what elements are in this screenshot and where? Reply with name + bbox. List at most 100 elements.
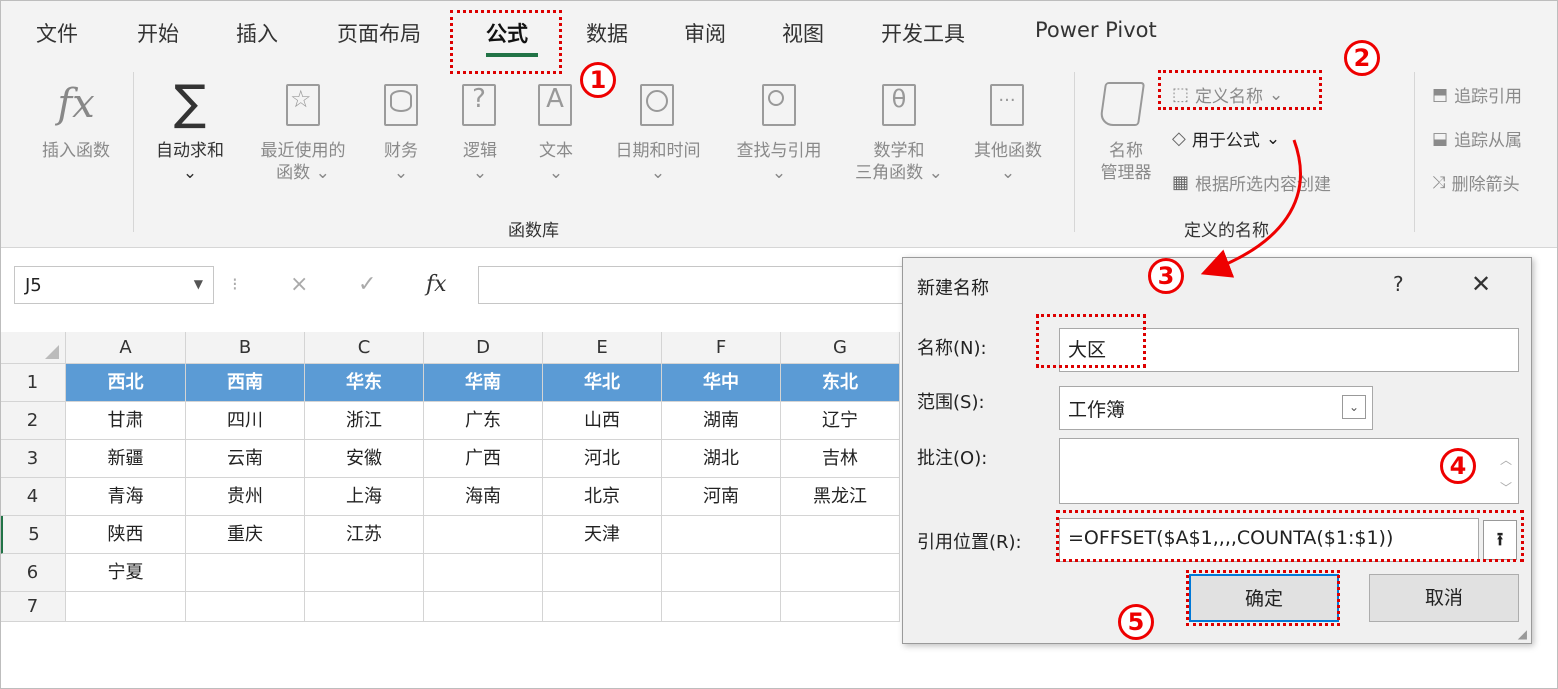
insert-function-button[interactable]: fx 插入函数 [28, 80, 124, 162]
table-cell[interactable]: 河北 [543, 440, 662, 478]
column-header-A[interactable]: A [66, 332, 186, 364]
select-all-corner[interactable] [0, 332, 66, 364]
row-header-5[interactable]: 5 [0, 516, 66, 554]
table-cell[interactable]: 辽宁 [781, 402, 900, 440]
column-header-E[interactable]: E [543, 332, 662, 364]
scroll-up-icon[interactable]: ︿ [1500, 451, 1512, 468]
column-header-D[interactable]: D [424, 332, 543, 364]
table-cell[interactable]: 浙江 [305, 402, 424, 440]
tab-power-pivot[interactable]: Power Pivot [1035, 18, 1157, 42]
table-cell[interactable]: 天津 [543, 516, 662, 554]
more-functions-button[interactable]: ··· 其他函数 ⌄ [958, 80, 1058, 184]
table-cell-empty[interactable] [186, 592, 305, 622]
logical-button[interactable]: ? 逻辑 ⌄ [448, 80, 512, 184]
tab-file[interactable]: 文件 [36, 18, 78, 48]
enter-check-icon[interactable]: ✓ [358, 272, 376, 297]
cancel-icon[interactable]: × [290, 272, 308, 297]
tab-home[interactable]: 开始 [137, 18, 179, 48]
table-cell-empty[interactable] [662, 592, 781, 622]
table-cell[interactable] [662, 554, 781, 592]
table-cell[interactable]: 贵州 [186, 478, 305, 516]
header-cell[interactable]: 西南 [186, 364, 305, 402]
table-cell[interactable] [305, 554, 424, 592]
create-from-selection-button[interactable]: ▦ 根据所选内容创建 [1172, 170, 1331, 195]
table-cell[interactable] [781, 516, 900, 554]
text-button[interactable]: A 文本 ⌄ [524, 80, 588, 184]
header-cell[interactable]: 华北 [543, 364, 662, 402]
scope-select[interactable]: 工作簿 ⌄ [1059, 386, 1373, 430]
caret-down-icon[interactable]: ▼ [194, 277, 203, 291]
table-cell[interactable]: 江苏 [305, 516, 424, 554]
recently-used-button[interactable]: ☆ 最近使用的 函数 ⌄ [244, 80, 362, 184]
tab-insert[interactable]: 插入 [236, 18, 278, 48]
table-cell[interactable] [186, 554, 305, 592]
table-cell[interactable] [662, 516, 781, 554]
table-cell[interactable] [781, 554, 900, 592]
formula-input[interactable] [478, 266, 918, 304]
table-cell-empty[interactable] [66, 592, 186, 622]
column-header-C[interactable]: C [305, 332, 424, 364]
table-cell[interactable]: 广东 [424, 402, 543, 440]
header-cell[interactable]: 华东 [305, 364, 424, 402]
table-cell[interactable]: 重庆 [186, 516, 305, 554]
autosum-button[interactable]: ∑ 自动求和 ⌄ [142, 76, 238, 184]
resize-grip-icon[interactable]: ◢ [1518, 627, 1527, 641]
insert-function-fx-icon[interactable]: fx [426, 272, 447, 297]
help-icon[interactable]: ? [1393, 272, 1404, 296]
table-cell[interactable]: 黑龙江 [781, 478, 900, 516]
table-cell-empty[interactable] [781, 592, 900, 622]
table-cell[interactable] [543, 554, 662, 592]
row-header-2[interactable]: 2 [0, 402, 66, 440]
table-cell[interactable]: 甘肃 [66, 402, 186, 440]
table-cell[interactable]: 上海 [305, 478, 424, 516]
header-cell[interactable]: 华南 [424, 364, 543, 402]
table-cell[interactable]: 北京 [543, 478, 662, 516]
column-header-G[interactable]: G [781, 332, 900, 364]
table-cell[interactable]: 河南 [662, 478, 781, 516]
row-header-3[interactable]: 3 [0, 440, 66, 478]
trace-dependents-button[interactable]: ⬓ 追踪从属 [1432, 126, 1522, 152]
date-time-button[interactable]: 日期和时间 ⌄ [598, 80, 718, 184]
lookup-reference-button[interactable]: 查找与引用 ⌄ [720, 80, 838, 184]
header-cell[interactable]: 西北 [66, 364, 186, 402]
table-cell[interactable]: 吉林 [781, 440, 900, 478]
close-icon[interactable]: ✕ [1471, 270, 1491, 298]
table-cell[interactable] [424, 516, 543, 554]
table-cell[interactable]: 湖北 [662, 440, 781, 478]
column-header-B[interactable]: B [186, 332, 305, 364]
scroll-down-icon[interactable]: ﹀ [1500, 479, 1512, 496]
table-cell[interactable] [424, 554, 543, 592]
remove-arrows-button[interactable]: ⤨ 删除箭头 [1432, 170, 1520, 196]
table-cell[interactable]: 云南 [186, 440, 305, 478]
table-cell[interactable]: 青海 [66, 478, 186, 516]
row-header-6[interactable]: 6 [0, 554, 66, 592]
math-trig-button[interactable]: θ 数学和 三角函数 ⌄ [840, 80, 958, 184]
tab-review[interactable]: 审阅 [684, 18, 726, 48]
row-header-4[interactable]: 4 [0, 478, 66, 516]
table-cell[interactable]: 湖南 [662, 402, 781, 440]
header-cell[interactable]: 华中 [662, 364, 781, 402]
table-cell[interactable]: 安徽 [305, 440, 424, 478]
table-cell[interactable]: 海南 [424, 478, 543, 516]
table-cell[interactable]: 四川 [186, 402, 305, 440]
table-cell[interactable]: 广西 [424, 440, 543, 478]
table-cell[interactable]: 新疆 [66, 440, 186, 478]
row-header-7[interactable]: 7 [0, 592, 66, 622]
financial-button[interactable]: 财务 ⌄ [364, 80, 438, 184]
name-box[interactable]: J5 ▼ [14, 266, 214, 304]
name-manager-button[interactable]: 名称 管理器 [1090, 80, 1162, 184]
use-in-formula-button[interactable]: ◇ 用于公式 ⌄ [1172, 126, 1280, 151]
trace-precedents-button[interactable]: ⬒ 追踪引用 [1432, 82, 1522, 108]
column-header-F[interactable]: F [662, 332, 781, 364]
tab-view[interactable]: 视图 [782, 18, 824, 48]
table-cell[interactable]: 山西 [543, 402, 662, 440]
table-cell[interactable]: 陕西 [66, 516, 186, 554]
table-cell-empty[interactable] [543, 592, 662, 622]
cancel-button[interactable]: 取消 [1369, 574, 1519, 622]
table-cell-empty[interactable] [305, 592, 424, 622]
tab-developer[interactable]: 开发工具 [881, 18, 965, 48]
header-cell[interactable]: 东北 [781, 364, 900, 402]
tab-page-layout[interactable]: 页面布局 [337, 18, 421, 48]
table-cell-empty[interactable] [424, 592, 543, 622]
tab-data[interactable]: 数据 [586, 18, 628, 48]
